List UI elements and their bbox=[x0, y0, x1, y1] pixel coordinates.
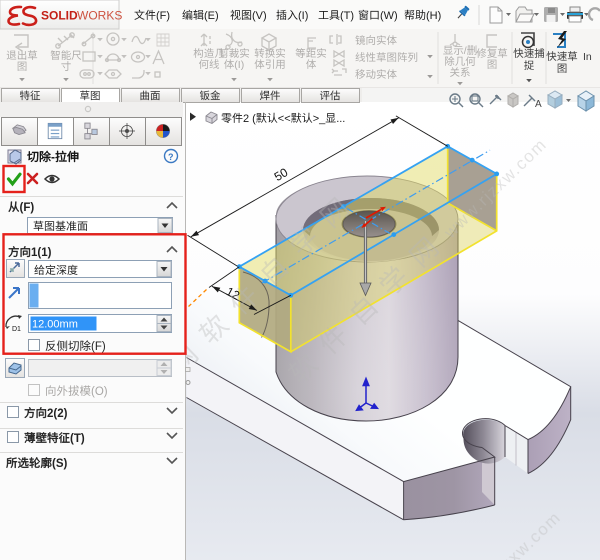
svg-text:In: In bbox=[583, 51, 592, 63]
svg-text:A: A bbox=[535, 99, 542, 110]
svg-text:(W): (W) bbox=[380, 10, 398, 22]
svg-text:(F): (F) bbox=[20, 202, 35, 214]
svg-text:2 (: 2 ( bbox=[243, 113, 256, 125]
svg-text:(V): (V) bbox=[252, 10, 267, 22]
svg-text:(I): (I) bbox=[298, 10, 308, 22]
svg-text:/: / bbox=[464, 45, 467, 57]
svg-text:(I): (I) bbox=[234, 59, 244, 71]
svg-text:WORKS: WORKS bbox=[77, 9, 122, 23]
svg-text:(T): (T) bbox=[340, 10, 354, 22]
svg-text:2(2): 2(2) bbox=[47, 408, 68, 420]
svg-text:...: ... bbox=[336, 113, 345, 125]
svg-text:(S): (S) bbox=[52, 458, 68, 470]
svg-text:1(1): 1(1) bbox=[31, 247, 52, 259]
svg-text:(F): (F) bbox=[156, 10, 170, 22]
svg-text:(T): (T) bbox=[70, 433, 85, 445]
svg-text:>_: >_ bbox=[313, 113, 326, 125]
svg-text:?: ? bbox=[168, 152, 174, 162]
svg-text:(F): (F) bbox=[91, 341, 106, 353]
svg-text:(H): (H) bbox=[426, 10, 441, 22]
svg-text:SOLID: SOLID bbox=[41, 9, 78, 23]
svg-text:D1: D1 bbox=[12, 326, 21, 333]
svg-text:(E): (E) bbox=[204, 10, 219, 22]
svg-text:(O): (O) bbox=[91, 386, 108, 398]
svg-text:-: - bbox=[51, 150, 55, 164]
svg-text:12.00mm: 12.00mm bbox=[32, 319, 78, 331]
svg-text:<<: << bbox=[278, 113, 291, 125]
